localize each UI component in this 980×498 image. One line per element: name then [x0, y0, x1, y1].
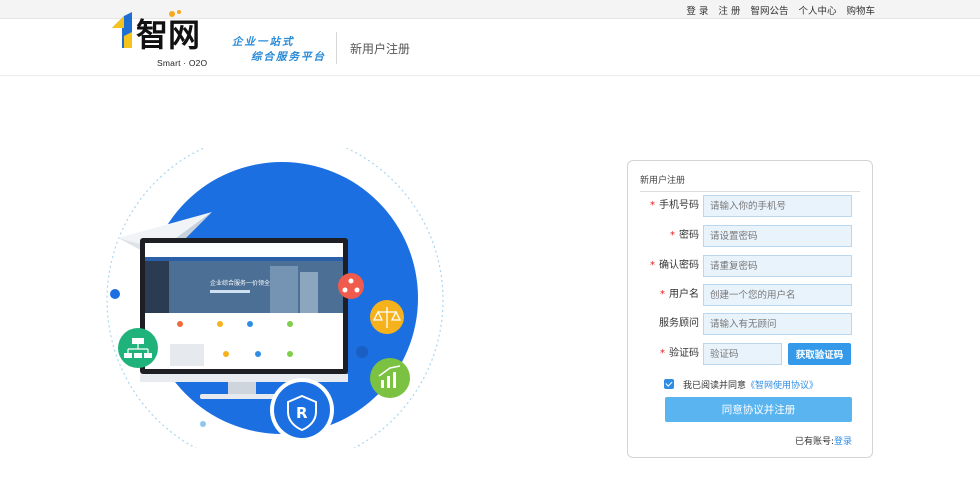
growth-chart-icon	[370, 358, 410, 398]
agree-checkbox[interactable]	[664, 379, 674, 389]
field-row-advisor: 服务顾问	[628, 313, 874, 335]
screen-headline: 企业综合服务一价领全	[210, 279, 270, 287]
advisor-label: 服务顾问	[659, 318, 699, 329]
login-prompt-row: 已有账号:登录	[795, 434, 852, 447]
password-label-text: 密码	[679, 230, 699, 241]
slogan-line-2: 综合服务平台	[251, 51, 326, 63]
top-link-login[interactable]: 登 录	[686, 3, 708, 17]
captcha-input[interactable]	[703, 343, 782, 365]
password-label: * 密码	[670, 225, 699, 247]
registration-form: 新用户注册 * 手机号码 * 密码 * 确认密码 * 用户名 服务顾问 * 验证码 获取验…	[627, 160, 873, 458]
field-row-username: * 用户名	[628, 284, 874, 306]
required-mark: *	[660, 289, 665, 300]
required-mark: *	[650, 260, 655, 271]
username-label: * 用户名	[660, 284, 699, 306]
top-link-announcements[interactable]: 智网公告	[750, 3, 788, 17]
people-network-icon	[338, 273, 364, 299]
login-link[interactable]: 登录	[834, 437, 852, 447]
agreement-row: 我已阅读并同意 《智网使用协议》	[664, 377, 818, 391]
agreement-link[interactable]: 《智网使用协议》	[746, 378, 818, 391]
hero-illustration: 企业综合服务一价领全 R	[106, 148, 444, 448]
phone-input[interactable]	[703, 195, 852, 217]
scales-icon	[370, 300, 404, 334]
phone-label-text: 手机号码	[659, 200, 699, 211]
field-row-phone: * 手机号码	[628, 195, 874, 217]
captcha-label: * 验证码	[660, 343, 699, 365]
logo-text: 智网	[136, 16, 200, 52]
page-title: 新用户注册	[350, 42, 411, 56]
field-row-captcha: * 验证码 获取验证码	[628, 343, 874, 365]
username-input[interactable]	[703, 284, 852, 306]
phone-label: * 手机号码	[650, 195, 699, 217]
advisor-input[interactable]	[703, 313, 852, 335]
form-heading: 新用户注册	[640, 173, 860, 192]
login-prompt: 已有账号:	[794, 437, 834, 447]
field-row-confirm-password: * 确认密码	[628, 255, 874, 277]
top-link-user-center[interactable]: 个人中心	[798, 3, 836, 17]
registered-mark-text: R	[296, 404, 308, 422]
register-submit-button[interactable]: 同意协议并注册	[665, 397, 852, 422]
dot-left	[110, 289, 120, 299]
captcha-label-text: 验证码	[669, 348, 699, 359]
agree-text: 我已阅读并同意	[683, 380, 747, 391]
field-row-password: * 密码	[628, 225, 874, 247]
slogan-line-1: 企业一站式	[232, 36, 295, 48]
registered-trademark-icon: R	[270, 378, 334, 442]
required-mark: *	[660, 348, 665, 359]
site-logo[interactable]: 智网	[110, 8, 222, 52]
confirm-password-label-text: 确认密码	[659, 260, 699, 271]
top-links: 登 录 注 册 智网公告 个人中心 购物车	[676, 0, 875, 19]
confirm-password-label: * 确认密码	[650, 255, 699, 277]
header-divider	[336, 32, 337, 64]
required-mark: *	[670, 230, 675, 241]
logo-subtitle: Smart · O2O	[157, 58, 208, 68]
top-link-cart[interactable]: 购物车	[846, 3, 875, 17]
password-input[interactable]	[703, 225, 852, 247]
get-code-button[interactable]: 获取验证码	[788, 343, 851, 365]
username-label-text: 用户名	[669, 289, 699, 300]
confirm-password-input[interactable]	[703, 255, 852, 277]
org-chart-icon	[118, 328, 158, 368]
monitor-illustration: 企业综合服务一价领全	[140, 238, 348, 399]
required-mark: *	[650, 200, 655, 211]
top-link-register[interactable]: 注 册	[718, 3, 740, 17]
